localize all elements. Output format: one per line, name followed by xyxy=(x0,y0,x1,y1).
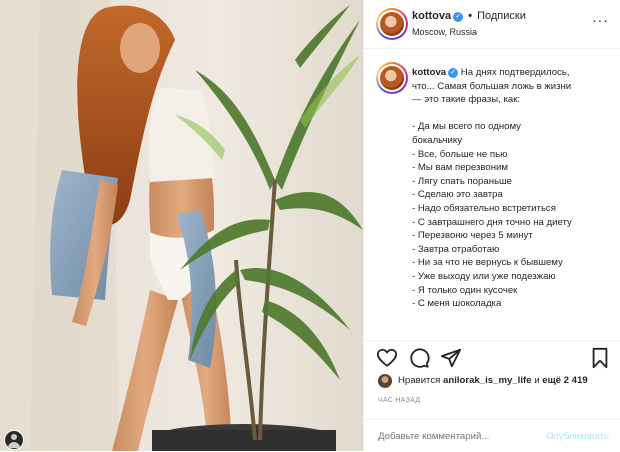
following-button[interactable]: Подписки xyxy=(477,10,526,22)
caption-avatar[interactable] xyxy=(376,62,408,94)
caption-line: - Я только один кусочек xyxy=(412,284,518,296)
comment-input[interactable] xyxy=(378,431,538,442)
post-sidebar: kottova ✓ • Подписки Moscow, Russia ··· k… xyxy=(363,0,620,451)
liker-avatar[interactable] xyxy=(378,374,392,388)
verified-icon: ✓ xyxy=(448,68,459,78)
caption-line: - Завтра отработаю xyxy=(412,243,500,255)
caption-line xyxy=(412,107,620,121)
caption-line: - Ни за что не вернусь к бывшему xyxy=(412,257,563,269)
caption-line: - Уже выходу или уже подезжаю xyxy=(412,270,556,282)
post-header: kottova ✓ • Подписки Moscow, Russia ··· xyxy=(364,0,620,49)
caption-line: - Все, больше не пью xyxy=(412,148,508,160)
caption-line: - Надо обязательно встретиться xyxy=(412,202,556,214)
caption-line: - Мы вам перезвоним xyxy=(412,162,508,174)
photo-illustration xyxy=(0,0,363,451)
author-username[interactable]: kottova xyxy=(412,10,451,22)
caption-line: - Да мы всего по одному xyxy=(412,121,521,133)
more-options-icon[interactable]: ··· xyxy=(592,12,609,28)
liker-username[interactable]: anilorak_is_my_life xyxy=(443,375,532,386)
caption-line: - Перезвоню через 5 минут xyxy=(412,230,533,242)
caption-line: бокальчику xyxy=(412,134,462,146)
user-tag-icon[interactable] xyxy=(4,430,24,450)
post-photo[interactable] xyxy=(0,0,363,451)
post-actions xyxy=(364,340,620,371)
caption-username[interactable]: kottova xyxy=(412,67,446,78)
post-comment-button[interactable]: Опубликовать xyxy=(546,431,609,442)
share-icon[interactable] xyxy=(440,347,462,369)
comment-icon[interactable] xyxy=(408,347,430,369)
caption-line: — это такие фразы, как: xyxy=(412,94,521,106)
caption-line: - Сделаю это завтра xyxy=(412,189,503,201)
caption-line: - С завтрашнего дня точно на диету xyxy=(412,216,572,228)
likes-count[interactable]: ещё 2 419 xyxy=(542,375,587,386)
caption-line: kottova ✓ На днях подтвердилось, xyxy=(412,67,570,78)
verified-icon: ✓ xyxy=(453,12,464,22)
header-separator: • xyxy=(468,10,473,22)
caption-line: - Лягу спать пораньше xyxy=(412,175,513,187)
header-username-row: kottova ✓ • Подписки xyxy=(412,10,526,22)
likes-text: Нравится anilorak_is_my_life и ещё 2 419 xyxy=(398,375,588,386)
bookmark-icon[interactable] xyxy=(589,347,611,369)
caption-text: kottova ✓ На днях подтвердилось, что... С… xyxy=(412,66,620,311)
comment-bar: Опубликовать xyxy=(364,419,620,452)
post-timestamp[interactable]: ЧАС НАЗАД xyxy=(378,397,420,404)
post-location[interactable]: Moscow, Russia xyxy=(412,27,477,37)
author-avatar[interactable] xyxy=(376,8,408,40)
caption-line: что... Самая большая ложь в жизни xyxy=(412,80,572,92)
heart-icon[interactable] xyxy=(376,347,398,369)
caption-line: - С меня шоколадка xyxy=(412,298,502,310)
